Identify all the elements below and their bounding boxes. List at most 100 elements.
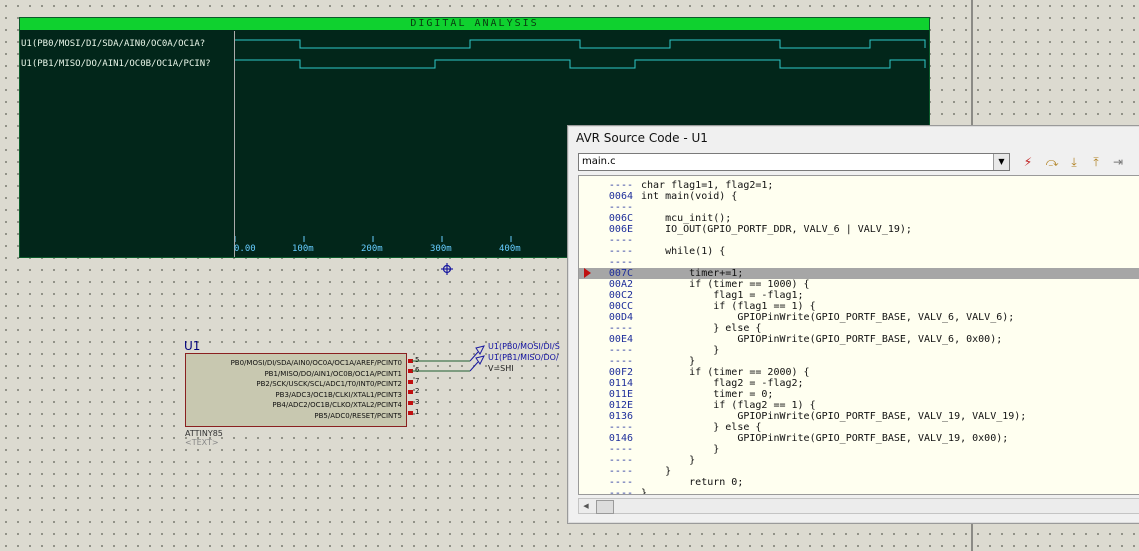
line-address: ---- — [608, 257, 633, 268]
line-code: IO_OUT(GPIO_PORTF_DDR, VALV_6 | VALV_19)… — [641, 224, 912, 235]
line-address: ---- — [608, 444, 633, 455]
step-over-icon[interactable]: ⤼ — [1043, 153, 1061, 171]
code-line[interactable]: 0136 GPIOPinWrite(GPIO_PORTF_BASE, VALV_… — [579, 411, 1139, 422]
avr-source-window[interactable]: AVR Source Code - U1 main.c ▼ ⚡ ⤼ ⤓ ⤒ ⇥ … — [567, 125, 1139, 524]
toggle-breakpoint-icon[interactable]: ⇥ — [1109, 153, 1127, 171]
code-line[interactable]: ---- } else { — [579, 422, 1139, 433]
code-line[interactable]: ---- return 0; — [579, 477, 1139, 488]
line-address: ---- — [608, 202, 633, 213]
line-code: GPIOPinWrite(GPIO_PORTF_BASE, VALV_6, VA… — [641, 312, 1015, 323]
line-address: 006C — [608, 213, 633, 224]
line-address: ---- — [608, 477, 633, 488]
line-code: } else { — [641, 422, 762, 433]
line-code: if (timer == 1000) { — [641, 279, 810, 290]
code-line[interactable]: ---- } else { — [579, 323, 1139, 334]
line-address: 0114 — [608, 378, 633, 389]
line-address: 00D4 — [608, 312, 633, 323]
code-line[interactable]: ----} — [579, 488, 1139, 495]
window-title: AVR Source Code - U1 — [576, 131, 708, 145]
probe-label-pb1[interactable]: U1(PB1/MISO/DO/ — [488, 353, 559, 362]
code-line[interactable]: ---- } — [579, 345, 1139, 356]
line-code: return 0; — [641, 477, 744, 488]
line-code: } — [641, 345, 720, 356]
code-line[interactable]: 0146 GPIOPinWrite(GPIO_PORTF_BASE, VALV_… — [579, 433, 1139, 444]
line-code: mcu_init(); — [641, 213, 732, 224]
line-code: GPIOPinWrite(GPIO_PORTF_BASE, VALV_6, 0x… — [641, 334, 1003, 345]
source-code-view[interactable]: ---- char flag1=1, flag2=1; 0064 int main(… — [578, 175, 1139, 495]
line-code: } — [641, 455, 696, 466]
execution-pointer-icon — [584, 268, 591, 278]
line-address: ---- — [608, 180, 633, 191]
code-line[interactable]: 00C2 flag1 = -flag1; — [579, 290, 1139, 301]
line-address: ---- — [608, 488, 633, 495]
code-line[interactable]: 00D4 GPIOPinWrite(GPIO_PORTF_BASE, VALV_… — [579, 312, 1139, 323]
code-line[interactable]: ---- — [579, 257, 1139, 268]
line-address: 00E4 — [608, 334, 633, 345]
current-code-line[interactable]: 007C timer+=1; — [579, 268, 1139, 279]
line-code: flag2 = -flag2; — [641, 378, 804, 389]
line-code: GPIOPinWrite(GPIO_PORTF_BASE, VALV_19, V… — [641, 411, 1027, 422]
line-code: } — [641, 356, 696, 367]
line-address: ---- — [608, 466, 633, 477]
code-line[interactable]: ---- — [579, 235, 1139, 246]
line-address: ---- — [608, 323, 633, 334]
horizontal-scrollbar[interactable]: ◀ — [578, 498, 1139, 514]
line-code: if (flag2 == 1) { — [641, 400, 816, 411]
code-line[interactable]: ---- } — [579, 455, 1139, 466]
chevron-down-icon[interactable]: ▼ — [993, 154, 1009, 170]
line-code: if (flag1 == 1) { — [641, 301, 816, 312]
scrollbar-thumb[interactable] — [596, 500, 614, 514]
line-address: ---- — [608, 422, 633, 433]
code-line[interactable]: 006C mcu_init(); — [579, 213, 1139, 224]
line-address: 0064 — [608, 191, 633, 202]
line-code: char flag1=1, flag2=1; — [641, 180, 774, 191]
line-address: 012E — [608, 400, 633, 411]
line-address: 011E — [608, 389, 633, 400]
line-address: 00A2 — [608, 279, 633, 290]
code-line[interactable]: ---- } — [579, 444, 1139, 455]
line-code: if (timer == 2000) { — [641, 367, 810, 378]
line-code: int main(void) { — [641, 191, 738, 202]
line-address: ---- — [608, 356, 633, 367]
code-line[interactable]: 006E IO_OUT(GPIO_PORTF_DDR, VALV_6 | VAL… — [579, 224, 1139, 235]
line-code: } — [641, 444, 720, 455]
code-line[interactable]: 00E4 GPIOPinWrite(GPIO_PORTF_BASE, VALV_… — [579, 334, 1139, 345]
line-code: while(1) { — [641, 246, 726, 257]
file-select-value: main.c — [582, 156, 616, 167]
line-code: } — [641, 488, 648, 495]
code-line[interactable]: 012E if (flag2 == 1) { — [579, 400, 1139, 411]
line-address: ---- — [608, 345, 633, 356]
code-line[interactable]: ---- } — [579, 356, 1139, 367]
code-line[interactable]: 0114 flag2 = -flag2; — [579, 378, 1139, 389]
code-line[interactable]: 011E timer = 0; — [579, 389, 1139, 400]
step-into-icon[interactable]: ⤓ — [1065, 153, 1083, 171]
probe-value: V=SHI — [488, 364, 514, 373]
code-line[interactable]: 0064 int main(void) { — [579, 191, 1139, 202]
line-address: 0146 — [608, 433, 633, 444]
probe-label-pb0[interactable]: U1(PB0/MOSI/DI/S — [488, 342, 560, 351]
line-address: 006E — [608, 224, 633, 235]
line-code: } else { — [641, 323, 762, 334]
line-address: ---- — [608, 235, 633, 246]
scroll-left-icon[interactable]: ◀ — [579, 499, 593, 513]
code-line[interactable]: ---- — [579, 202, 1139, 213]
file-select[interactable]: main.c ▼ — [578, 153, 1010, 171]
line-address: 0136 — [608, 411, 633, 422]
step-out-icon[interactable]: ⤒ — [1087, 153, 1105, 171]
code-line[interactable]: 00F2 if (timer == 2000) { — [579, 367, 1139, 378]
line-address: ---- — [608, 455, 633, 466]
line-address: 00CC — [608, 301, 633, 312]
line-code: flag1 = -flag1; — [641, 290, 804, 301]
code-line[interactable]: ---- char flag1=1, flag2=1; — [579, 180, 1139, 191]
line-address: ---- — [608, 246, 633, 257]
line-code: timer = 0; — [641, 389, 774, 400]
code-line[interactable]: ---- while(1) { — [579, 246, 1139, 257]
code-line[interactable]: 00A2 if (timer == 1000) { — [579, 279, 1139, 290]
line-address: 00C2 — [608, 290, 633, 301]
code-line[interactable]: ---- } — [579, 466, 1139, 477]
code-line[interactable]: 00CC if (flag1 == 1) { — [579, 301, 1139, 312]
line-code: } — [641, 466, 672, 477]
line-address: 00F2 — [608, 367, 633, 378]
code-lines: ---- char flag1=1, flag2=1; 0064 int main(… — [579, 180, 1139, 495]
run-to-cursor-icon[interactable]: ⚡ — [1019, 153, 1037, 171]
